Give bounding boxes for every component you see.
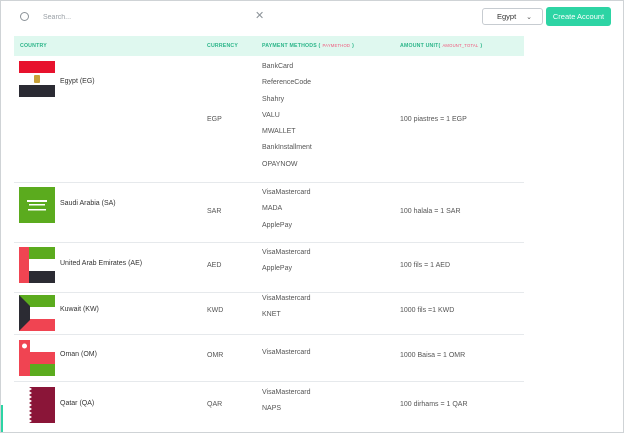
country-select[interactable]: Egypt ⌄ <box>482 8 543 25</box>
header-amount-unit: AMOUNT UNIT(AMOUNT_TOTAL) <box>400 43 482 49</box>
currency-code: SAR <box>207 208 222 215</box>
search-input[interactable] <box>43 9 243 25</box>
amount-unit: 1000 fils =1 KWD <box>400 307 455 314</box>
oman-flag-icon <box>19 340 55 376</box>
kuwait-flag-icon <box>19 295 55 331</box>
countries-table: COUNTRY CURRENCY PAYMENT METHODS (PAYMET… <box>14 36 524 432</box>
header-country: COUNTRY <box>20 43 47 49</box>
currency-code: AED <box>207 262 222 269</box>
payment-method: MADA <box>262 205 283 213</box>
payment-methods-list: VisaMastercard ApplePay <box>262 245 311 278</box>
table-row[interactable]: Egypt (EG) EGP BankCard ReferenceCode Sh… <box>14 56 524 183</box>
payment-method: MWALLET <box>262 128 296 136</box>
amount-unit: 100 dirhams = 1 QAR <box>400 401 468 408</box>
currency-code: EGP <box>207 116 222 123</box>
payment-method: VisaMastercard <box>262 389 311 396</box>
search-icon <box>20 12 29 21</box>
payment-method: NAPS <box>262 405 282 413</box>
payment-method: VisaMastercard <box>262 189 311 196</box>
close-icon[interactable]: ✕ <box>255 10 264 22</box>
payment-method: VisaMastercard <box>262 249 311 256</box>
country-name: Qatar (QA) <box>60 400 95 407</box>
payment-methods-list: VisaMastercard MADA ApplePay <box>262 185 311 234</box>
currency-code: QAR <box>207 401 223 408</box>
qatar-flag-icon <box>19 387 55 423</box>
amount-unit: 100 piastres = 1 EGP <box>400 116 467 123</box>
uae-flag-icon <box>19 247 55 283</box>
header-payment-methods-close: ) <box>352 43 355 49</box>
header-amount-total-tag: AMOUNT_TOTAL <box>442 43 479 48</box>
toolbar: ✕ Egypt ⌄ Create Account <box>1 1 623 34</box>
header-paymethod-tag: PAYMETHOD <box>322 43 351 48</box>
table-row[interactable]: Saudi Arabia (SA) SAR VisaMastercard MAD… <box>14 183 524 243</box>
country-name: Oman (OM) <box>60 351 97 358</box>
amount-unit: 100 halala = 1 SAR <box>400 208 461 215</box>
payment-method: BankCard <box>262 63 294 70</box>
country-select-value: Egypt <box>496 12 517 21</box>
amount-unit: 1000 Baisa = 1 OMR <box>400 352 466 359</box>
saudi-arabia-flag-icon <box>19 187 55 223</box>
payment-method: Shahry <box>262 95 285 103</box>
currency-code: OMR <box>207 352 224 359</box>
chevron-down-icon: ⌄ <box>526 13 533 21</box>
country-name: United Arab Emirates (AE) <box>60 260 143 267</box>
payment-method: VALU <box>262 111 280 119</box>
country-name: Egypt (EG) <box>60 78 95 85</box>
payment-method: VisaMastercard <box>262 349 311 356</box>
payment-method: VisaMastercard <box>262 295 311 302</box>
header-currency: CURRENCY <box>207 43 238 49</box>
table-header: COUNTRY CURRENCY PAYMENT METHODS (PAYMET… <box>14 36 524 56</box>
payment-method: ReferenceCode <box>262 79 312 87</box>
payment-method: KNET <box>262 311 281 319</box>
payment-methods-list: VisaMastercard <box>262 345 311 361</box>
country-name: Kuwait (KW) <box>60 306 99 313</box>
scroll-accent <box>1 405 3 432</box>
app-window: ✕ Egypt ⌄ Create Account COUNTRY CURRENC… <box>0 0 624 433</box>
header-payment-methods-label: PAYMENT METHODS ( <box>262 43 321 49</box>
currency-code: KWD <box>207 307 224 314</box>
payment-methods-list: VisaMastercard NAPS <box>262 385 311 418</box>
table-row[interactable]: United Arab Emirates (AE) AED VisaMaster… <box>14 243 524 293</box>
payment-method: ApplePay <box>262 221 292 229</box>
header-amount-unit-label: AMOUNT UNIT( <box>400 43 441 49</box>
payment-methods-list: BankCard ReferenceCode Shahry VALU MWALL… <box>262 59 312 173</box>
create-account-button[interactable]: Create Account <box>546 7 611 26</box>
country-name: Saudi Arabia (SA) <box>60 200 116 207</box>
amount-unit: 100 fils = 1 AED <box>400 262 451 269</box>
payment-method: BankInstallment <box>262 144 312 152</box>
egypt-flag-icon <box>19 61 55 97</box>
payment-method: OPAYNOW <box>262 160 298 168</box>
header-amount-unit-close: ) <box>480 43 483 49</box>
payment-methods-list: VisaMastercard KNET <box>262 291 311 324</box>
table-row[interactable]: Oman (OM) OMR VisaMastercard 1000 Baisa … <box>14 335 524 382</box>
table-row[interactable]: Kuwait (KW) KWD VisaMastercard KNET 1000… <box>14 293 524 335</box>
table-row[interactable]: Qatar (QA) QAR VisaMastercard NAPS 100 d… <box>14 382 524 432</box>
payment-method: ApplePay <box>262 265 292 273</box>
header-payment-methods: PAYMENT METHODS (PAYMETHOD) <box>262 43 354 49</box>
